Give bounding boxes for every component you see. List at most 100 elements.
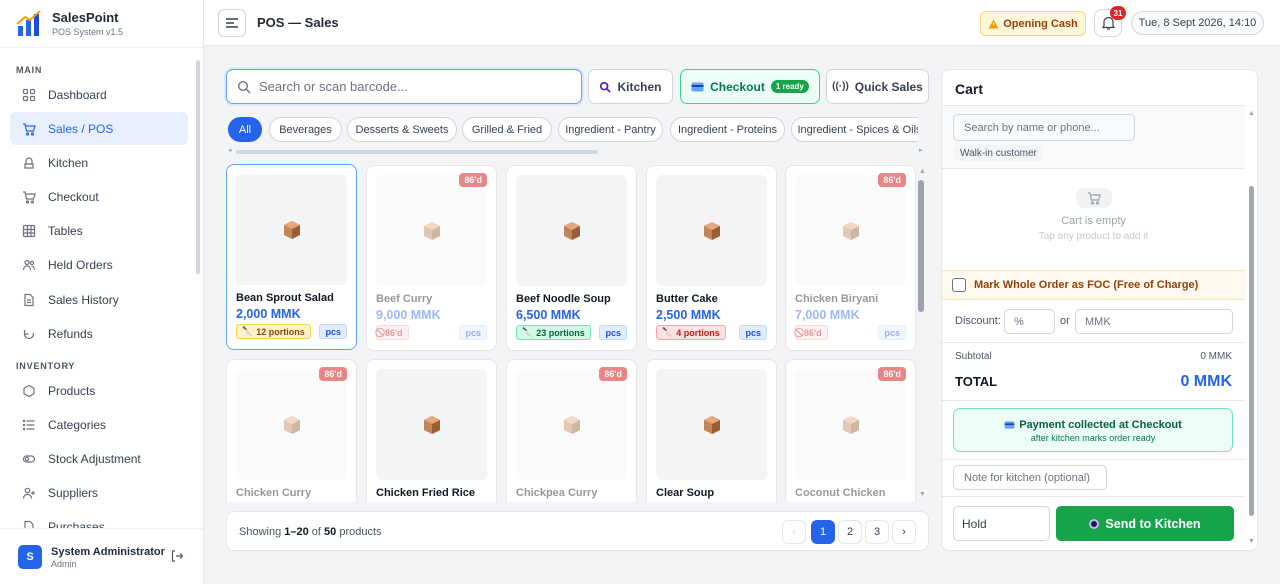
scroll-up-icon[interactable]: ▲ [1248,110,1255,117]
scroll-down-icon[interactable]: ▼ [1248,538,1255,545]
category-chip-beverages[interactable]: Beverages [269,117,342,142]
product-card[interactable]: 86'd Beef Curry 9,000 MMK ⃠86'd pcs [366,165,497,351]
divider [942,400,1245,401]
product-card[interactable]: 86'd Chicken Curry [226,359,357,502]
product-card[interactable]: Chicken Fried Rice [366,359,497,502]
menu-toggle-button[interactable] [218,9,246,37]
opening-cash-button[interactable]: Opening Cash [980,11,1086,36]
product-name: Chicken Fried Rice [376,487,476,499]
category-scrollbar[interactable]: ◂ ▸ [226,146,926,154]
hold-order-input[interactable]: Hold [953,506,1050,541]
table-icon [22,224,36,238]
kitchen-note-input[interactable]: Note for kitchen (optional) [953,465,1107,490]
cart-scroll-thumb[interactable] [1249,186,1254,516]
prev-page-button[interactable]: ‹ [782,520,806,544]
sidebar-item-checkout[interactable]: Checkout [10,180,188,213]
search-bar[interactable] [226,69,582,104]
category-chip-grilled[interactable]: Grilled & Fried [462,117,552,142]
product-image [656,175,767,286]
page-button-2[interactable]: 2 [838,520,862,544]
credit-card-icon [691,82,704,91]
product-card[interactable]: Butter Cake 2,500 MMK 🔪 4 portions pcs [646,165,777,351]
discount-amount-input[interactable]: MMK [1075,309,1233,334]
sidebar-item-label: Refunds [48,326,93,341]
top-header: POS — Sales Opening Cash 31 Tue, 8 Sept … [204,0,1280,46]
category-chip-proteins[interactable]: Ingredient - Proteins [670,117,785,142]
sidebar-item-suppliers[interactable]: Suppliers [10,476,188,509]
product-card[interactable]: Bean Sprout Salad 2,000 MMK 🔪 12 portions… [226,164,357,350]
sidebar-item-tables[interactable]: Tables [10,214,188,247]
checkout-ready-badge: 1 ready [770,80,809,93]
sidebar-scrollbar[interactable] [196,60,200,274]
product-card[interactable]: 86'd Chicken Biryani 7,000 MMK ⃠86'd pcs [785,165,916,351]
knife-icon: 🔪 [242,326,254,336]
scroll-down-icon[interactable]: ▼ [919,491,926,498]
category-chip-pantry[interactable]: Ingredient - Pantry [558,117,663,142]
logout-icon[interactable] [170,549,184,563]
product-card[interactable]: Beef Noodle Soup 6,500 MMK 🔪 23 portions … [506,165,637,351]
next-page-button[interactable]: › [892,520,916,544]
product-name: Bean Sprout Salad [236,292,334,304]
hexagon-icon [22,384,36,398]
quick-sales-button[interactable]: ((·)) Quick Sales [826,69,929,104]
package-icon [841,415,861,435]
out-of-stock-badge: 86'd [599,367,627,381]
search-input[interactable] [259,79,559,94]
sidebar-item-purchases[interactable]: Purchases [10,510,188,528]
category-chip-all[interactable]: All [228,117,262,142]
sidebar-item-dashboard[interactable]: Dashboard [10,78,188,111]
kitchen-button[interactable]: Kitchen [588,69,673,104]
foc-toggle[interactable]: Mark Whole Order as FOC (Free of Charge) [942,270,1245,300]
sidebar-item-kitchen[interactable]: Kitchen [10,146,188,179]
scroll-left-icon[interactable]: ◂ [228,146,232,154]
category-chip-spices[interactable]: Ingredient - Spices & Oils [791,117,918,142]
checkout-button[interactable]: Checkout 1 ready [680,69,820,104]
foc-checkbox[interactable] [952,278,966,292]
grid-icon [22,88,36,102]
stock-badge: 🔪 23 portions [516,325,591,340]
sidebar-item-label: Checkout [48,189,99,204]
sidebar-item-held-orders[interactable]: Held Orders [10,248,188,281]
bar-chart-logo-icon [16,10,41,36]
package-icon [422,415,442,435]
knife-icon: 🔪 [662,327,674,337]
nav-section-inventory: INVENTORY [16,361,76,371]
category-chip-desserts[interactable]: Desserts & Sweets [347,117,457,142]
sidebar-item-label: Sales / POS [48,121,114,136]
package-icon [702,415,722,435]
sidebar-item-sales-pos[interactable]: Sales / POS [10,112,188,145]
chef-icon [22,156,36,170]
datetime-display: Tue, 8 Sept 2026, 14:10 [1131,11,1264,35]
customer-tag: Walk-in customer [954,145,1043,161]
product-card[interactable]: 86'd Chickpea Curry [506,359,637,502]
sidebar-item-label: Categories [48,417,107,432]
category-scroll-thumb[interactable] [236,150,598,154]
product-card[interactable]: Clear Soup [646,359,777,502]
sidebar-item-products[interactable]: Products [10,374,188,407]
sidebar-item-stock-adjustment[interactable]: Stock Adjustment [10,442,188,475]
product-card[interactable]: 86'd Coconut Chicken [785,359,916,502]
product-price: 6,500 MMK [516,308,581,322]
discount-percent-input[interactable]: % [1004,309,1055,334]
scroll-up-icon[interactable]: ▲ [919,168,926,175]
payment-title-text: Payment collected at Checkout [1019,419,1182,431]
product-grid: Bean Sprout Salad 2,000 MMK 🔪 12 portions… [226,164,916,502]
sidebar-item-refunds[interactable]: Refunds [10,317,188,350]
warning-icon [988,19,999,28]
send-to-kitchen-button[interactable]: Send to Kitchen [1056,506,1234,541]
cart-scrollbar[interactable]: ▲ ▼ [1247,106,1255,550]
sidebar-item-sales-history[interactable]: Sales History [10,283,188,316]
customer-search-input[interactable]: Search by name or phone... [953,114,1135,141]
pagination-prefix: Showing [239,526,285,538]
sidebar-item-label: Tables [48,223,83,238]
product-grid-scrollbar[interactable] [918,180,924,312]
sidebar-item-categories[interactable]: Categories [10,408,188,441]
scroll-right-icon[interactable]: ▸ [919,146,923,154]
sidebar-item-label: Sales History [48,292,119,307]
avatar[interactable]: S [18,545,42,569]
nav-section-main: MAIN [16,65,43,75]
stock-text: 86'd [804,327,822,338]
page-button-1[interactable]: 1 [811,520,835,544]
page-button-3[interactable]: 3 [865,520,889,544]
sidebar-item-label: Products [48,383,96,398]
